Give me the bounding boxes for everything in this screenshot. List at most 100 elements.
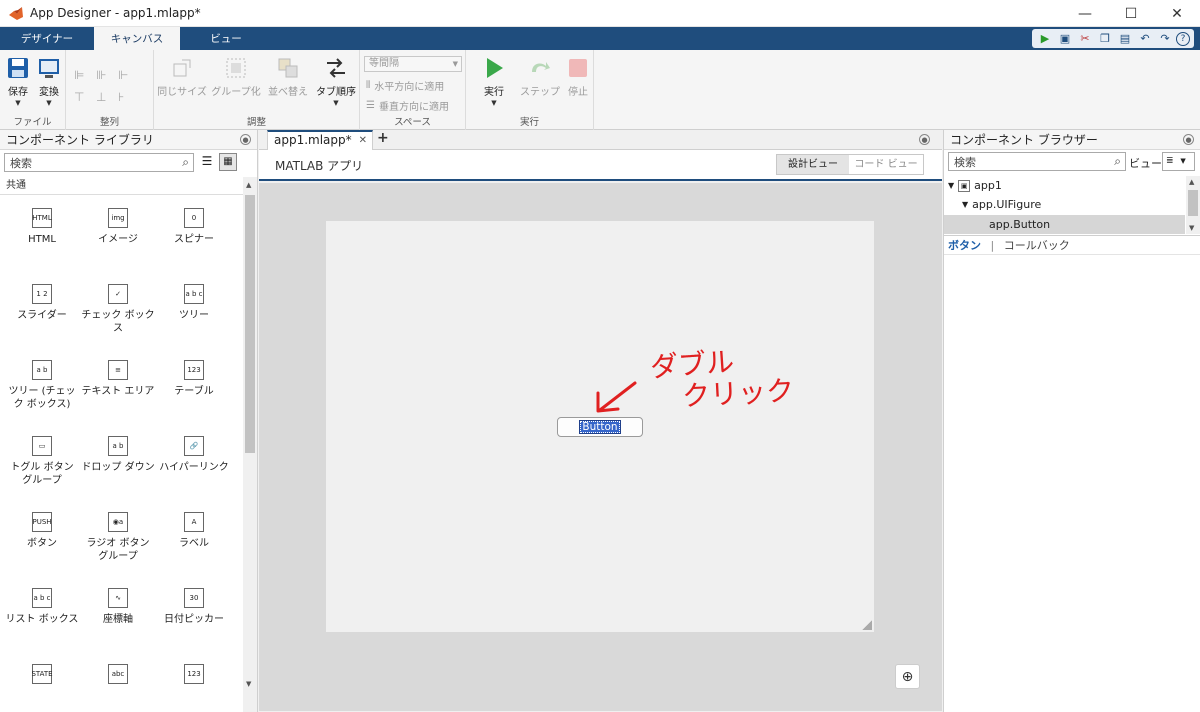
- group-button[interactable]: グループ化: [211, 56, 261, 98]
- reorder-button[interactable]: 並べ替え: [266, 56, 310, 98]
- cut-icon[interactable]: ✂: [1076, 31, 1094, 47]
- panel-options-icon[interactable]: ●: [1183, 134, 1194, 145]
- scrollbar-thumb[interactable]: [1188, 190, 1198, 216]
- library-item[interactable]: ◉a ラジオ ボタン グループ: [80, 512, 156, 563]
- library-item[interactable]: 30 日付ピッカー: [156, 588, 232, 626]
- minimize-icon[interactable]: —: [1062, 0, 1108, 27]
- list-view-icon[interactable]: ☰: [199, 154, 215, 170]
- tab-button-props[interactable]: ボタン: [948, 239, 981, 252]
- save-icon[interactable]: ▣: [1056, 31, 1074, 47]
- library-item[interactable]: PUSH ボタン: [4, 512, 80, 550]
- panel-options-icon[interactable]: ●: [240, 134, 251, 145]
- library-scrollbar[interactable]: ▲ ▼: [243, 177, 257, 712]
- align-bottom-icon[interactable]: ⊦: [118, 90, 140, 104]
- align-left-icon[interactable]: ⊫: [74, 68, 96, 82]
- redo-icon[interactable]: ↷: [1156, 31, 1174, 47]
- component-icon: ≡: [108, 360, 128, 380]
- vertical-space-icon: ☰: [366, 100, 375, 111]
- library-item-label: ラベル: [179, 538, 209, 549]
- library-item-label: リスト ボックス: [5, 614, 79, 625]
- run-button[interactable]: 実行 ▼: [476, 56, 512, 107]
- same-size-button[interactable]: 同じサイズ: [157, 56, 207, 98]
- convert-button[interactable]: 変換 ▼: [31, 56, 67, 107]
- copy-icon[interactable]: ❐: [1096, 31, 1114, 47]
- align-center-icon[interactable]: ⊪: [96, 68, 118, 82]
- component-icon: ◉a: [108, 512, 128, 532]
- library-item[interactable]: 123 テーブル: [156, 360, 232, 398]
- panel-options-icon[interactable]: ●: [919, 134, 930, 145]
- group-icon: [226, 58, 246, 78]
- library-item[interactable]: a b ドロップ ダウン: [80, 436, 156, 474]
- library-item[interactable]: a b c リスト ボックス: [4, 588, 80, 626]
- component-icon: img: [108, 208, 128, 228]
- library-item[interactable]: a b c ツリー: [156, 284, 232, 322]
- stop-icon: [569, 59, 587, 77]
- stop-button[interactable]: 停止: [560, 56, 596, 98]
- component-icon: ∿: [108, 588, 128, 608]
- library-item[interactable]: STATE: [4, 664, 80, 689]
- library-item[interactable]: 0 スピナー: [156, 208, 232, 246]
- library-item-label: ハイパーリンク: [159, 462, 229, 473]
- library-item[interactable]: 🔗 ハイパーリンク: [156, 436, 232, 474]
- annotation-text-2: クリック: [681, 374, 795, 413]
- matlab-logo-icon: [9, 7, 23, 20]
- grid-view-icon[interactable]: ▦: [219, 153, 237, 171]
- undo-icon[interactable]: ↶: [1136, 31, 1154, 47]
- library-item[interactable]: img イメージ: [80, 208, 156, 246]
- align-middle-icon[interactable]: ⊥: [96, 90, 118, 104]
- run-icon[interactable]: ▶: [1036, 31, 1054, 47]
- view-select[interactable]: ≣ ▼: [1162, 152, 1195, 171]
- add-tab-icon[interactable]: +: [377, 130, 389, 146]
- align-top-icon[interactable]: ⊤: [74, 90, 96, 104]
- library-item-label: ボタン: [27, 538, 57, 549]
- apply-vertical-button[interactable]: ☰ 垂直方向に適用: [366, 98, 449, 113]
- library-item-label: ツリー: [179, 310, 209, 321]
- scrollbar-thumb[interactable]: [245, 195, 255, 453]
- browser-search-input[interactable]: 検索 ⌕: [948, 152, 1126, 171]
- zoom-icon[interactable]: ⊕: [895, 664, 920, 689]
- spacing-select[interactable]: 等間隔 ▼: [364, 56, 462, 72]
- paste-icon[interactable]: ▤: [1116, 31, 1134, 47]
- chevron-down-icon: ▼: [46, 99, 52, 107]
- library-item[interactable]: a b ツリー (チェック ボックス): [4, 360, 80, 411]
- tab-designer[interactable]: デザイナー: [0, 27, 94, 50]
- chevron-down-icon: ▼: [1180, 157, 1186, 165]
- library-item[interactable]: ✓ チェック ボックス: [80, 284, 156, 335]
- library-item[interactable]: ≡ テキスト エリア: [80, 360, 156, 398]
- close-icon[interactable]: ✕: [1154, 0, 1200, 27]
- library-search-input[interactable]: 検索 ⌕: [4, 153, 194, 172]
- resize-handle-icon[interactable]: [862, 620, 872, 630]
- step-button[interactable]: ステップ: [520, 56, 560, 98]
- tree-node-uifigure[interactable]: ▼ app.UIFigure: [962, 198, 1041, 211]
- library-item[interactable]: A ラベル: [156, 512, 232, 550]
- design-view-button[interactable]: 設計ビュー: [777, 155, 849, 174]
- tree-view-icon: ≣: [1166, 156, 1174, 166]
- tab-app1[interactable]: app1.mlapp* ✕: [267, 130, 373, 151]
- library-item[interactable]: HTML HTML: [4, 208, 80, 246]
- chevron-down-icon: ▼: [333, 99, 339, 107]
- library-item-label: チェック ボックス: [81, 310, 155, 334]
- tree-node-button[interactable]: app.Button: [944, 215, 1185, 234]
- library-item[interactable]: ∿ 座標軸: [80, 588, 156, 626]
- library-item[interactable]: ▭ トグル ボタン グループ: [4, 436, 80, 487]
- help-icon[interactable]: ?: [1176, 31, 1190, 46]
- code-view-button[interactable]: コード ビュー: [849, 155, 923, 174]
- tab-order-button[interactable]: タブ順序 ▼: [314, 56, 358, 107]
- same-size-icon: [173, 59, 191, 77]
- close-tab-icon[interactable]: ✕: [359, 132, 367, 149]
- run-icon: [487, 58, 503, 78]
- library-item[interactable]: 123: [156, 664, 232, 689]
- tab-canvas[interactable]: キャンバス: [94, 27, 180, 50]
- library-item-label: 座標軸: [103, 614, 133, 625]
- tree-node-app1[interactable]: ▼ ▣ app1: [948, 179, 1002, 192]
- ribbon-tab-strip: デザイナー キャンバス ビュー: [0, 27, 1200, 50]
- browser-scrollbar[interactable]: ▲ ▼: [1186, 176, 1200, 234]
- library-item[interactable]: abc: [80, 664, 156, 689]
- tab-view[interactable]: ビュー: [180, 27, 272, 50]
- align-right-icon[interactable]: ⊩: [118, 68, 140, 82]
- maximize-icon[interactable]: ☐: [1108, 0, 1154, 27]
- apply-horizontal-button[interactable]: ⫴ 水平方向に適用: [366, 78, 444, 93]
- tab-callbacks[interactable]: コールバック: [1004, 239, 1070, 252]
- component-icon: abc: [108, 664, 128, 684]
- library-item[interactable]: 1 2 スライダー: [4, 284, 80, 322]
